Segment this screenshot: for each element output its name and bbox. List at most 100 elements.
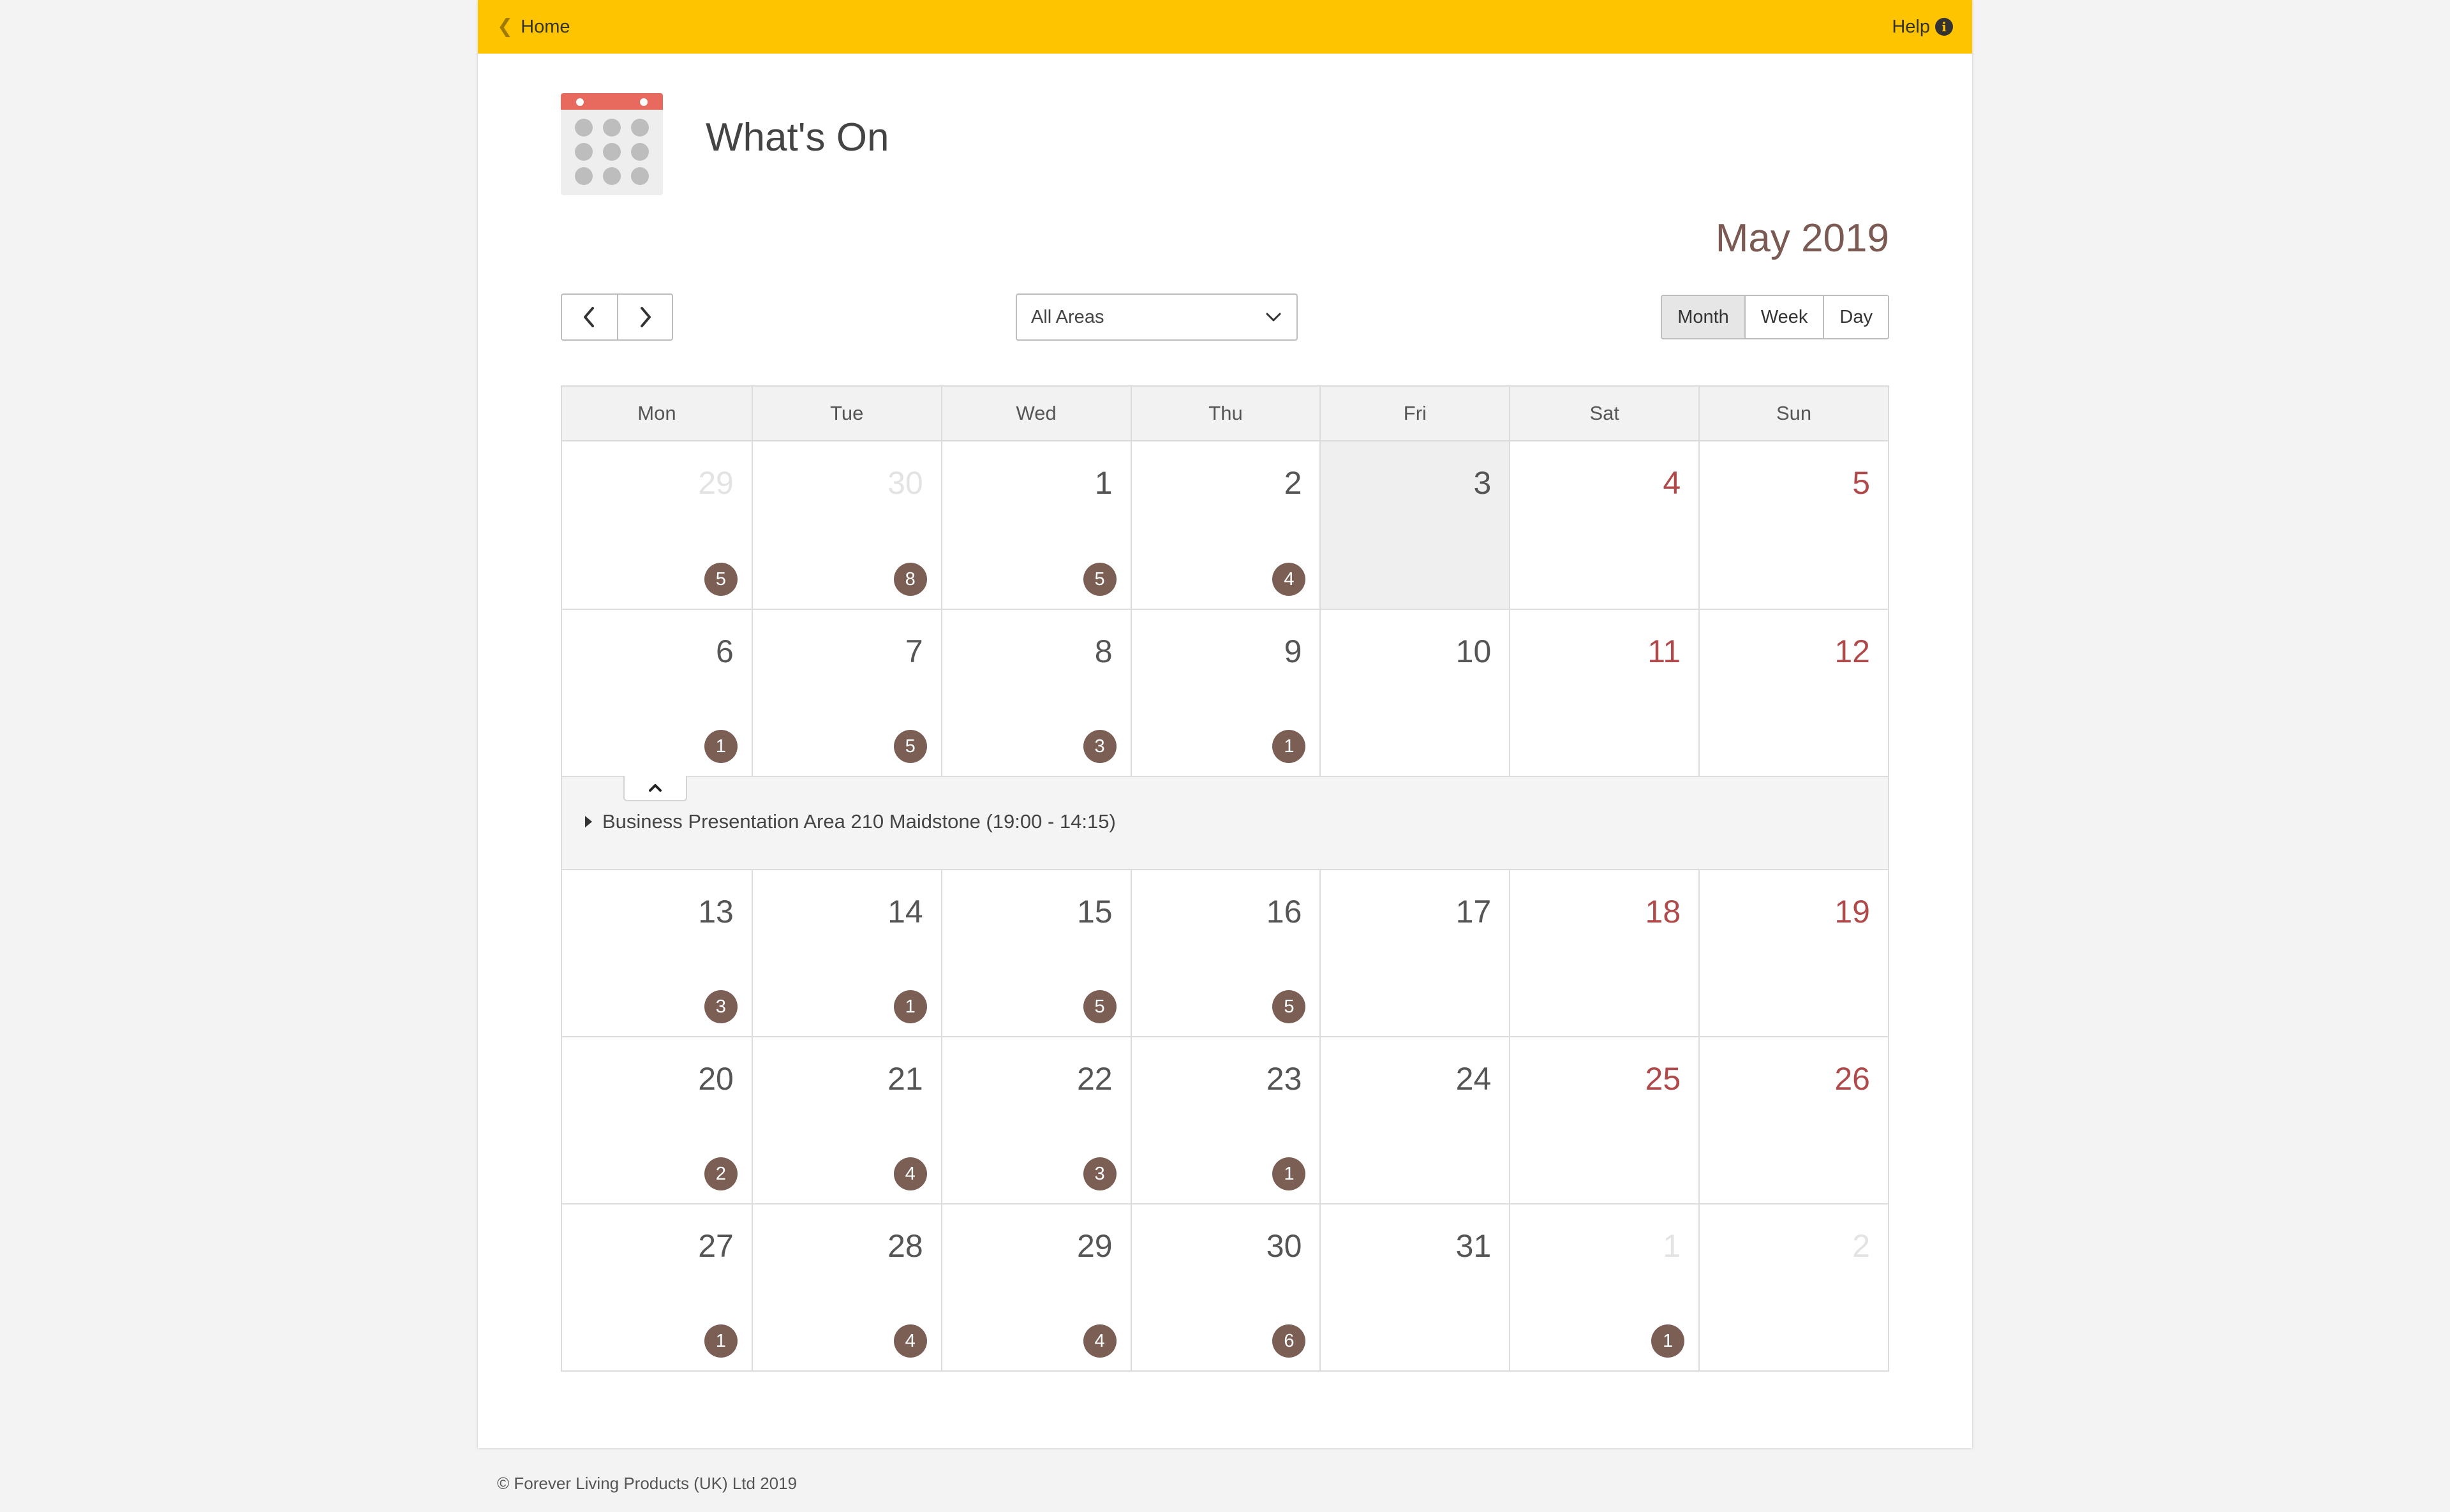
weekday-label: Wed xyxy=(940,387,1131,440)
day-cell[interactable]: 20 2 xyxy=(562,1037,752,1203)
event-count-badge[interactable]: 1 xyxy=(1272,1157,1306,1190)
day-cell[interactable]: 17 xyxy=(1319,870,1510,1036)
event-count-badge[interactable]: 5 xyxy=(1272,990,1306,1023)
week-row: 6 1 7 5 8 3 9 1 10 11 12 xyxy=(562,609,1888,776)
weekday-header: Mon Tue Wed Thu Fri Sat Sun xyxy=(562,387,1888,441)
event-count-badge[interactable]: 1 xyxy=(1272,730,1306,763)
day-cell[interactable]: 13 3 xyxy=(562,870,752,1036)
day-number: 25 xyxy=(1645,1061,1681,1097)
day-cell[interactable]: 15 xyxy=(940,441,1131,609)
day-cell[interactable]: 61 xyxy=(562,610,752,776)
day-cell[interactable]: 2 xyxy=(1698,1204,1888,1370)
help-label: Help xyxy=(1892,16,1930,37)
day-number: 16 xyxy=(1266,894,1302,930)
calendar-icon-ring xyxy=(640,98,648,106)
day-number: 13 xyxy=(698,894,734,930)
week-view-button[interactable]: Week xyxy=(1744,296,1823,338)
event-count-badge[interactable]: 1 xyxy=(893,990,927,1023)
previous-month-button[interactable] xyxy=(562,295,617,339)
event-count-badge[interactable]: 5 xyxy=(1083,563,1117,596)
view-switcher: Month Week Day xyxy=(1661,295,1889,339)
calendar-icon-dot xyxy=(603,167,621,185)
day-number: 27 xyxy=(698,1228,734,1264)
day-cell[interactable]: 25 xyxy=(1509,1037,1699,1203)
calendar-icon-dot xyxy=(631,143,649,161)
help-link[interactable]: Help i xyxy=(1892,17,1953,38)
event-count-badge[interactable]: 2 xyxy=(704,1157,738,1190)
month-view-button[interactable]: Month xyxy=(1662,296,1744,338)
event-count-badge[interactable]: 3 xyxy=(1083,1157,1117,1190)
day-cell[interactable]: 3 xyxy=(1319,441,1510,609)
day-cell[interactable]: 83 xyxy=(940,610,1131,776)
event-count-badge[interactable]: 4 xyxy=(1272,563,1306,596)
event-count-badge[interactable]: 4 xyxy=(893,1324,927,1358)
collapse-panel-button[interactable] xyxy=(623,776,687,801)
day-cell[interactable]: 16 5 xyxy=(1130,870,1320,1036)
day-cell[interactable]: 30 6 xyxy=(1130,1204,1320,1370)
event-count-badge[interactable]: 1 xyxy=(704,1324,738,1358)
event-count-badge[interactable]: 4 xyxy=(1083,1324,1117,1358)
calendar-icon-ring xyxy=(576,98,584,106)
next-month-button[interactable] xyxy=(617,295,672,339)
footer-copyright: © Forever Living Products (UK) Ltd 2019 xyxy=(497,1474,798,1493)
info-icon: i xyxy=(1935,18,1953,36)
day-number: 23 xyxy=(1266,1061,1302,1097)
day-cell[interactable]: 29 4 xyxy=(940,1204,1131,1370)
week-row: 20 2 21 4 22 3 23 1 24 25 26 xyxy=(562,1036,1888,1203)
week-row: 29 5 30 8 1 5 2 4 3 4 5 xyxy=(562,441,1888,609)
week-row: 13 3 14 1 15 5 16 5 17 18 19 xyxy=(562,869,1888,1036)
event-count-badge[interactable]: 1 xyxy=(704,730,738,763)
chevron-left-icon xyxy=(584,307,594,327)
event-count-badge[interactable]: 5 xyxy=(893,730,927,763)
event-count-badge[interactable]: 1 xyxy=(1651,1324,1685,1358)
day-cell[interactable]: 15 5 xyxy=(940,870,1131,1036)
event-count-badge[interactable]: 5 xyxy=(1083,990,1117,1023)
day-view-button[interactable]: Day xyxy=(1823,296,1888,338)
weekday-label: Tue xyxy=(751,387,941,440)
day-cell[interactable]: 30 8 xyxy=(751,441,941,609)
event-count-badge[interactable]: 6 xyxy=(1272,1324,1306,1358)
day-cell[interactable]: 27 1 xyxy=(562,1204,752,1370)
day-cell[interactable]: 24 xyxy=(1319,1037,1510,1203)
event-count-badge[interactable]: 3 xyxy=(704,990,738,1023)
day-cell[interactable]: 19 xyxy=(1698,870,1888,1036)
day-cell[interactable]: 29 5 xyxy=(562,441,752,609)
event-count-badge[interactable]: 5 xyxy=(704,563,738,596)
day-number: 8 xyxy=(1094,634,1113,669)
day-cell[interactable]: 12 xyxy=(1698,610,1888,776)
top-bar: ❮ Home Help i xyxy=(478,0,1972,54)
day-cell[interactable]: 11 xyxy=(1509,610,1699,776)
day-cell[interactable]: 26 xyxy=(1698,1037,1888,1203)
day-cell[interactable]: 10 xyxy=(1319,610,1510,776)
day-cell[interactable]: 5 xyxy=(1698,441,1888,609)
day-number: 15 xyxy=(1076,894,1113,930)
day-cell[interactable]: 14 1 xyxy=(751,870,941,1036)
day-cell[interactable]: 18 xyxy=(1509,870,1699,1036)
event-item[interactable]: Business Presentation Area 210 Maidstone… xyxy=(585,810,1116,833)
event-count-badge[interactable]: 4 xyxy=(893,1157,927,1190)
day-cell[interactable]: 75 xyxy=(751,610,941,776)
weekday-label: Sun xyxy=(1698,387,1888,440)
event-count-badge[interactable]: 3 xyxy=(1083,730,1117,763)
area-filter-select[interactable]: All Areas xyxy=(1016,293,1298,341)
day-cell[interactable]: 21 4 xyxy=(751,1037,941,1203)
day-number: 30 xyxy=(887,465,923,501)
day-cell[interactable]: 22 3 xyxy=(940,1037,1131,1203)
day-number: 22 xyxy=(1076,1061,1113,1097)
day-cell[interactable]: 91 xyxy=(1130,610,1320,776)
day-number: 1 xyxy=(1663,1228,1681,1264)
calendar-icon-dot xyxy=(631,167,649,185)
day-cell[interactable]: 11 xyxy=(1509,1204,1699,1370)
day-cell[interactable]: 24 xyxy=(1130,441,1320,609)
day-number: 6 xyxy=(716,634,734,669)
event-count-badge[interactable]: 8 xyxy=(893,563,927,596)
day-cell[interactable]: 23 1 xyxy=(1130,1037,1320,1203)
home-label: Home xyxy=(521,16,570,37)
calendar-icon-dot xyxy=(575,167,593,185)
day-cell[interactable]: 28 4 xyxy=(751,1204,941,1370)
day-number: 28 xyxy=(887,1228,923,1264)
area-filter-value: All Areas xyxy=(1031,306,1104,327)
day-cell[interactable]: 31 xyxy=(1319,1204,1510,1370)
home-link[interactable]: ❮ Home xyxy=(497,17,570,38)
day-cell[interactable]: 4 xyxy=(1509,441,1699,609)
